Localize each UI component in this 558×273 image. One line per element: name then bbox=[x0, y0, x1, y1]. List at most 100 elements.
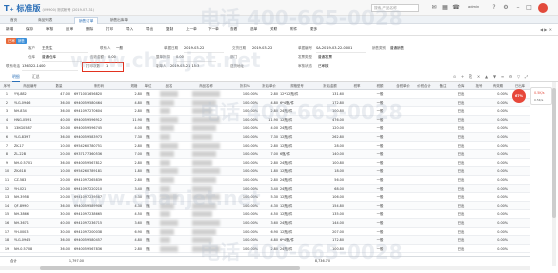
cell-status[interactable]: 已出 bbox=[452, 90, 470, 99]
cell-wh[interactable]: 一般 bbox=[370, 133, 390, 142]
cell-status[interactable]: 已出 bbox=[452, 133, 470, 142]
cell-barcode[interactable]: 6941097239587 bbox=[74, 193, 124, 202]
table-row[interactable]: 5 13KG0587 30.00 6940059596745 4.00 瓶 100.00% 4… bbox=[0, 124, 530, 133]
table-row[interactable]: 19 NH-0.5708 36.00 6940059567836 2.80 瓶 100.00… bbox=[0, 245, 530, 254]
cell-code[interactable]: NH-0.5708 bbox=[14, 245, 46, 254]
cell-no[interactable]: 7 bbox=[2, 142, 12, 151]
menu-import[interactable]: 导入 bbox=[126, 27, 133, 32]
delete-row-icon[interactable]: ✕ bbox=[476, 74, 481, 79]
cell-status[interactable]: 已出 bbox=[452, 176, 470, 185]
cell-no[interactable]: 10 bbox=[2, 167, 12, 176]
locate-icon[interactable]: ⊙ bbox=[452, 74, 457, 79]
cell-disc[interactable]: 100.00% bbox=[232, 210, 258, 219]
cell-qty[interactable]: 40.00 bbox=[48, 219, 70, 228]
close-icon[interactable] bbox=[538, 3, 548, 13]
cell-qty[interactable]: 36.00 bbox=[48, 133, 70, 142]
cell-amount[interactable]: 207.00 bbox=[316, 228, 344, 237]
cell-price[interactable]: 4.00 bbox=[260, 124, 278, 133]
cell-qty[interactable]: 36.00 bbox=[48, 236, 70, 245]
cell-unit[interactable]: 瓶 bbox=[144, 159, 152, 168]
table-row[interactable]: 14 QF-8990 36.00 6940059589906 4.30 瓶 100.00% 4… bbox=[0, 201, 530, 211]
cell-price[interactable]: 4.80 bbox=[260, 236, 278, 245]
cell-model[interactable]: 6*4瓶/件 bbox=[280, 236, 314, 245]
cell-extra[interactable]: 0.00% bbox=[488, 219, 508, 228]
minimize-icon[interactable]: – bbox=[514, 4, 522, 12]
cell-unit[interactable]: 瓶 bbox=[144, 202, 152, 211]
cell-extra[interactable]: 0.00% bbox=[488, 202, 508, 211]
cell-disc[interactable]: 100.00% bbox=[232, 133, 258, 142]
cell-price[interactable]: 3.40 bbox=[260, 185, 278, 194]
menu-delete[interactable]: 删除 bbox=[86, 27, 93, 32]
list-icon[interactable]: ≡ bbox=[500, 74, 505, 79]
cell-qty[interactable]: 20.00 bbox=[48, 176, 70, 185]
table-row[interactable]: 17 YH-0003 30.00 6941097200038 6.90 瓶 100.00% 6… bbox=[0, 228, 530, 237]
cell-wh[interactable]: 一般 bbox=[370, 228, 390, 237]
cell-price[interactable]: 2.80 bbox=[260, 159, 278, 168]
cell-spec[interactable]: 2.80 bbox=[126, 107, 142, 116]
cell-no[interactable]: 18 bbox=[2, 236, 12, 245]
cell-spec[interactable]: 7.30 bbox=[126, 133, 142, 142]
cell-barcode[interactable]: 6937177360536 bbox=[74, 150, 124, 159]
cell-wh[interactable]: 一般 bbox=[370, 245, 390, 254]
col-expiry[interactable]: 有效期 bbox=[488, 82, 508, 90]
cell-disc[interactable]: 100.00% bbox=[232, 159, 258, 168]
cell-extra[interactable]: 0.00% bbox=[488, 185, 508, 194]
calendar-icon[interactable]: ▦ bbox=[441, 4, 449, 12]
cell-spec[interactable]: 2.80 bbox=[126, 142, 142, 151]
cell-spec[interactable]: 3.60 bbox=[126, 219, 142, 228]
cell-spec[interactable]: 4.80 bbox=[126, 99, 142, 108]
cell-barcode[interactable]: 6941097270604 bbox=[74, 107, 124, 116]
tab-summary[interactable]: 汇总 bbox=[32, 74, 40, 80]
cell-amount[interactable]: 106.00 bbox=[316, 193, 344, 202]
cell-price[interactable]: 3.60 bbox=[260, 219, 278, 228]
cell-code[interactable]: NH-0.5701 bbox=[14, 159, 46, 168]
cell-amount[interactable]: 140.00 bbox=[316, 150, 344, 159]
phone-field[interactable]: 136322-1400 bbox=[22, 64, 46, 68]
cell-barcode[interactable]: 6940059567836 bbox=[74, 245, 124, 254]
cell-status[interactable]: 已出 bbox=[452, 193, 470, 202]
col-qty[interactable]: 数量 bbox=[48, 82, 70, 90]
cell-barcode[interactable]: 6954260780751 bbox=[74, 142, 124, 151]
cell-no[interactable]: 5 bbox=[2, 124, 12, 133]
cell-extra[interactable]: 0.00% bbox=[488, 176, 508, 185]
cell-wh[interactable]: 一般 bbox=[370, 142, 390, 151]
cell-barcode[interactable]: 6940059596745 bbox=[74, 124, 124, 133]
table-row[interactable]: 10 ZK-618 10.00 6954260789181 1.80 瓶 100.00% 1.… bbox=[0, 167, 530, 176]
menu-audit[interactable]: 审核 bbox=[46, 27, 53, 32]
contact-field[interactable]: 一般 bbox=[116, 46, 123, 51]
filter-icon[interactable]: ▽ bbox=[516, 74, 521, 79]
cell-amount[interactable]: 18.00 bbox=[316, 167, 344, 176]
table-row[interactable]: 18 YLG-0945 36.00 6940059580457 4.80 瓶 100.00%… bbox=[0, 236, 530, 245]
cell-disc[interactable]: 100.00% bbox=[232, 150, 258, 159]
cell-spec[interactable]: 2.80 bbox=[126, 176, 142, 185]
cell-no[interactable]: 3 bbox=[2, 107, 12, 116]
cell-status[interactable]: 已出 bbox=[452, 142, 470, 151]
cell-no[interactable]: 6 bbox=[2, 133, 12, 142]
cell-no[interactable]: 12 bbox=[2, 185, 12, 194]
cell-spec[interactable]: 2.80 bbox=[126, 159, 142, 168]
invoice-field[interactable]: 普通发票 bbox=[318, 55, 332, 60]
menu-link[interactable]: 关联 bbox=[270, 27, 277, 32]
cell-model[interactable]: 12瓶/件 bbox=[280, 210, 314, 219]
cell-extra[interactable]: 0.00% bbox=[488, 159, 508, 168]
vertical-scrollbar[interactable] bbox=[552, 82, 556, 266]
menu-prev[interactable]: 上一单 bbox=[186, 27, 197, 32]
cell-qty[interactable]: 10.00 bbox=[48, 167, 70, 176]
cell-no[interactable]: 8 bbox=[2, 150, 12, 159]
cell-code[interactable]: ZK-618 bbox=[14, 167, 46, 176]
cell-price[interactable]: 11.90 bbox=[260, 116, 278, 125]
col-model[interactable]: 规格型号 bbox=[280, 82, 314, 90]
cell-spec[interactable]: 2.80 bbox=[126, 90, 142, 99]
cell-spec[interactable]: 5.30 bbox=[126, 193, 142, 202]
menu-unaudit[interactable]: 反审 bbox=[66, 27, 73, 32]
copy-row-icon[interactable]: ⎘ bbox=[468, 74, 473, 79]
discount-field[interactable]: 0.00 bbox=[176, 55, 184, 59]
col-name[interactable]: 品名 bbox=[154, 82, 184, 90]
cell-model[interactable]: 12瓶/件 bbox=[280, 133, 314, 142]
col-unit[interactable]: 单位 bbox=[144, 82, 152, 90]
cell-model[interactable]: 6瓶/件 bbox=[280, 150, 314, 159]
cell-no[interactable]: 2 bbox=[2, 99, 12, 108]
cell-no[interactable]: 4 bbox=[2, 116, 12, 125]
cell-spec[interactable]: 4.50 bbox=[126, 210, 142, 219]
cell-price[interactable]: 4.50 bbox=[260, 210, 278, 219]
